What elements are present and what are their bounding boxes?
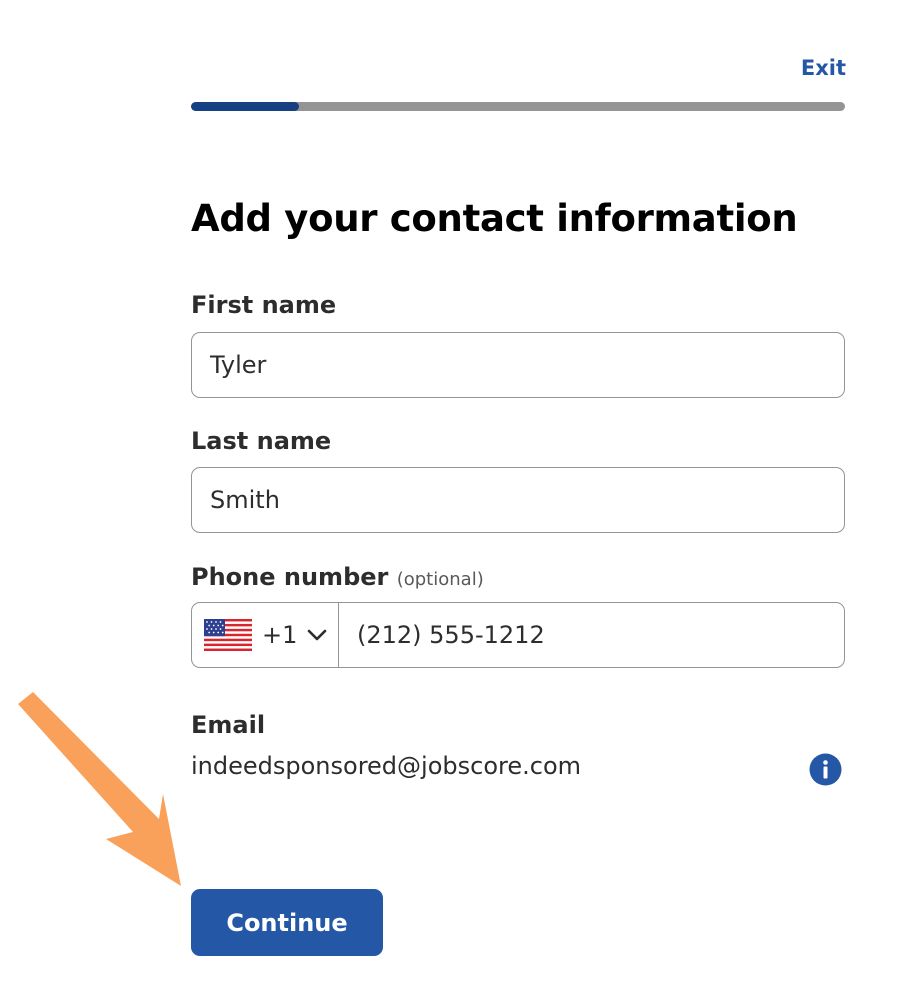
progress-bar-fill bbox=[191, 102, 299, 111]
annotation-arrow bbox=[18, 692, 181, 886]
country-code-select[interactable]: +1 bbox=[192, 603, 339, 667]
progress-bar bbox=[191, 102, 845, 111]
phone-number-field-group: +1 bbox=[191, 602, 845, 668]
exit-link[interactable]: Exit bbox=[790, 56, 846, 80]
last-name-label: Last name bbox=[191, 427, 332, 455]
email-value: indeedsponsored@jobscore.com bbox=[191, 752, 581, 780]
info-icon[interactable] bbox=[809, 753, 842, 786]
phone-number-label: Phone number bbox=[191, 563, 389, 591]
chevron-down-icon bbox=[308, 629, 327, 641]
us-flag-icon bbox=[204, 619, 252, 651]
contact-info-page: Exit Add your contact information First … bbox=[0, 0, 900, 1000]
optional-note: (optional) bbox=[396, 569, 484, 590]
email-label: Email bbox=[191, 711, 266, 739]
phone-number-label-row: Phone number (optional) bbox=[191, 563, 484, 591]
first-name-field[interactable] bbox=[191, 332, 845, 398]
last-name-field[interactable] bbox=[191, 467, 845, 533]
page-title: Add your contact information bbox=[191, 197, 798, 240]
phone-number-input[interactable] bbox=[339, 603, 844, 667]
continue-button[interactable]: Continue bbox=[191, 889, 383, 956]
dial-code: +1 bbox=[262, 621, 298, 649]
first-name-label: First name bbox=[191, 291, 337, 319]
